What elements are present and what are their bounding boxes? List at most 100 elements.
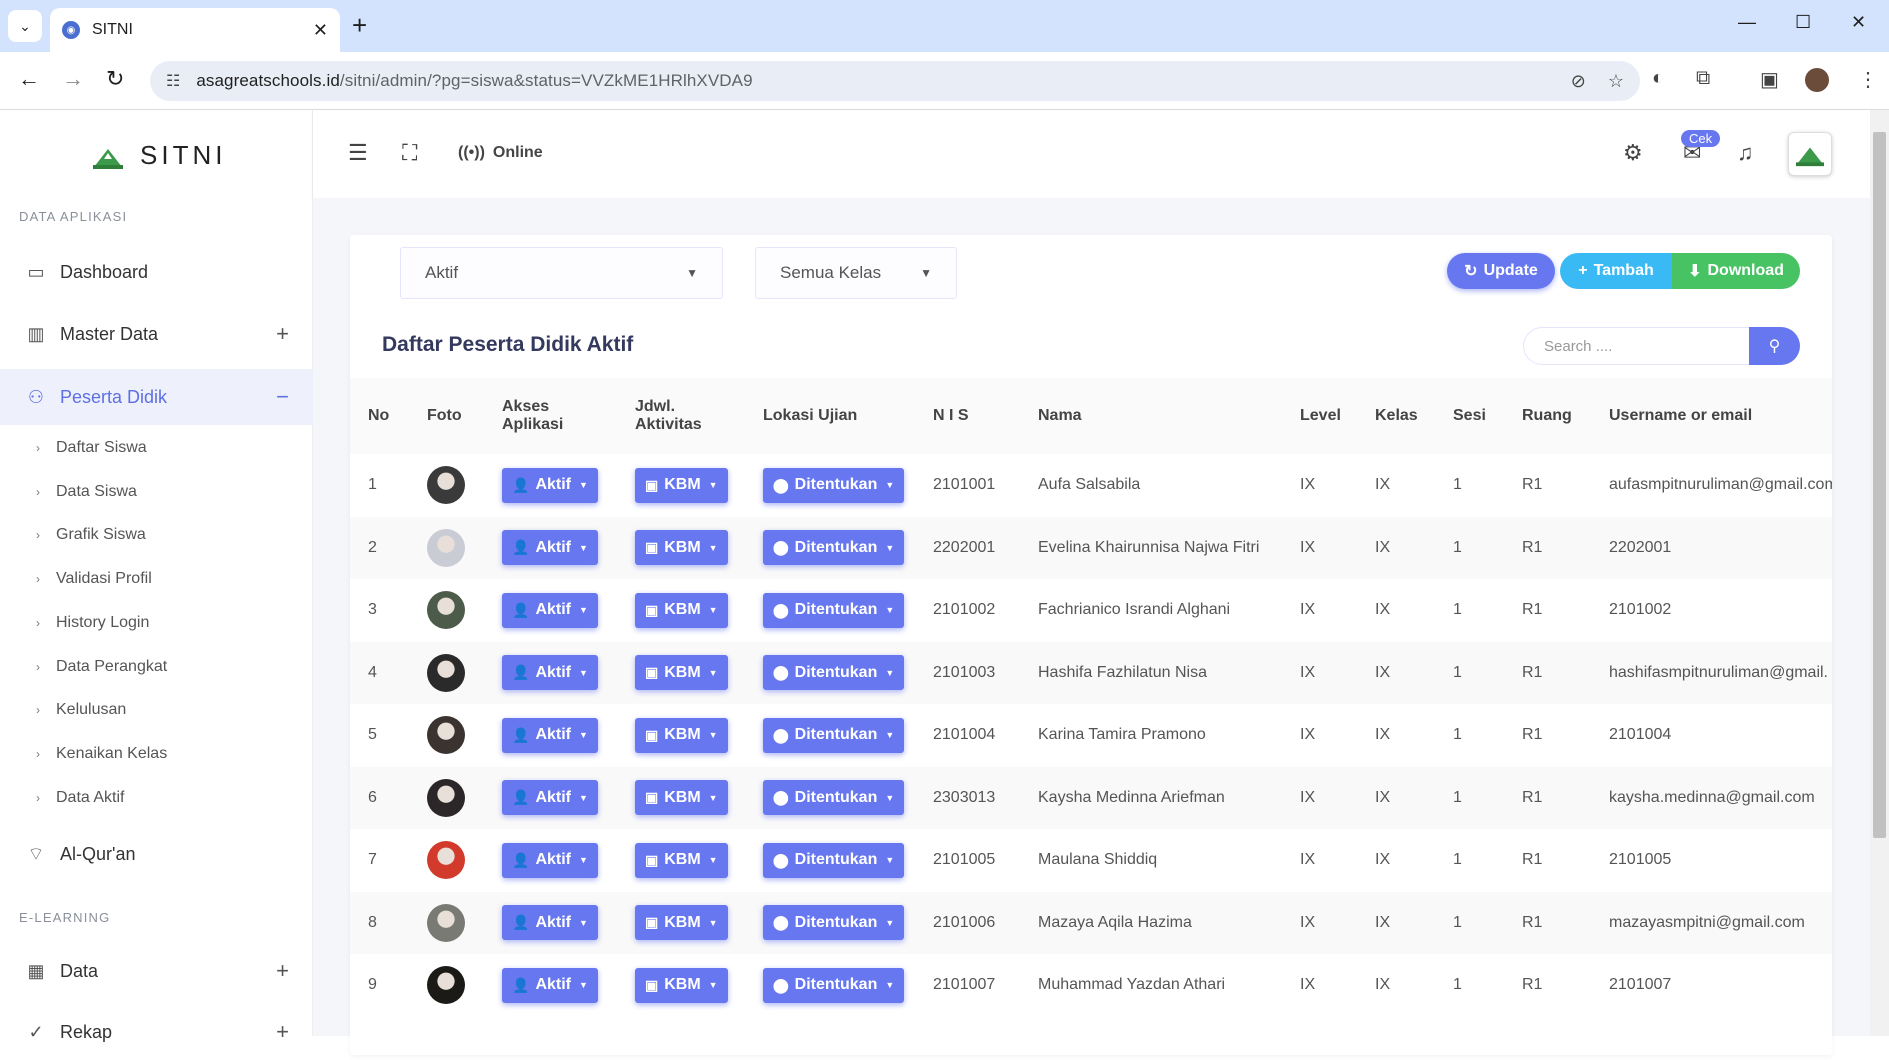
student-photo[interactable] [427,903,465,942]
sidebar-item-peserta-didik[interactable]: ⚇ Peserta Didik − [0,369,313,425]
browser-tab[interactable]: ◉ SITNI ✕ [50,8,340,52]
akses-dropdown-button[interactable]: 👤 Aktif ▼ [502,717,598,753]
search-button[interactable]: ⚲ [1749,327,1800,365]
jdwl-dropdown-button[interactable]: ▣ KBM ▼ [635,467,728,503]
lokasi-dropdown-button[interactable]: ⬤ Ditentukan ▼ [763,592,905,628]
submenu-data-perangkat[interactable]: › Data Perangkat [36,652,167,682]
lokasi-dropdown-button[interactable]: ⬤ Ditentukan ▼ [763,530,905,566]
submenu-grafik-siswa[interactable]: › Grafik Siswa [36,520,146,550]
extension-badge-icon[interactable]: ◐ [1652,67,1664,90]
site-info-icon[interactable]: ☷ [166,71,180,91]
col-no[interactable]: No [350,378,409,454]
col-lokasi-ujian[interactable]: Lokasi Ujian [745,378,915,454]
tambah-button[interactable]: + Tambah [1560,253,1672,289]
lokasi-dropdown-button[interactable]: ⬤ Ditentukan ▼ [763,717,905,753]
side-panel-icon[interactable]: ▣ [1760,67,1779,92]
download-button[interactable]: ⬇ Download [1672,253,1800,289]
update-button[interactable]: ↻ Update [1447,253,1555,289]
lokasi-dropdown-button[interactable]: ⬤ Ditentukan ▼ [763,780,905,816]
address-bar[interactable]: ☷ asagreatschools.id/sitni/admin/?pg=sis… [150,61,1640,101]
submenu-kenaikan-kelas[interactable]: › Kenaikan Kelas [36,739,167,769]
online-status[interactable]: ((•)) Online [458,144,543,162]
student-photo[interactable] [427,466,465,505]
col-level[interactable]: Level [1282,378,1357,454]
table-row[interactable]: 3 👤 Aktif ▼ ▣ KBM ▼ ⬤ Ditentukan ▼ 2101002 Fac… [350,579,1832,642]
akses-dropdown-button[interactable]: 👤 Aktif ▼ [502,467,598,503]
submenu-data-aktif[interactable]: › Data Aktif [36,783,124,813]
lokasi-dropdown-button[interactable]: ⬤ Ditentukan ▼ [763,905,905,941]
lokasi-dropdown-button[interactable]: ⬤ Ditentukan ▼ [763,467,905,503]
sidebar-item-master-data[interactable]: ▥ Master Data + [0,306,313,362]
akses-dropdown-button[interactable]: 👤 Aktif ▼ [502,780,598,816]
status-filter-select[interactable]: Aktif ▼ [400,247,723,299]
back-icon[interactable]: ← [18,66,40,92]
col-username[interactable]: Username or email [1591,378,1832,454]
close-window-icon[interactable]: ✕ [1851,12,1866,33]
submenu-daftar-siswa[interactable]: › Daftar Siswa [36,433,147,463]
table-row[interactable]: 5 👤 Aktif ▼ ▣ KBM ▼ ⬤ Ditentukan ▼ 2101004 Kar… [350,704,1832,767]
bookmark-star-icon[interactable]: ☆ [1608,71,1624,92]
col-foto[interactable]: Foto [409,378,484,454]
fullscreen-icon[interactable]: ⛶ [402,140,417,166]
table-row[interactable]: 8 👤 Aktif ▼ ▣ KBM ▼ ⬤ Ditentukan ▼ 2101006 Maz… [350,891,1832,954]
col-sesi[interactable]: Sesi [1435,378,1504,454]
tab-search-chevron-icon[interactable]: ⌄ [8,10,42,42]
jdwl-dropdown-button[interactable]: ▣ KBM ▼ [635,530,728,566]
extensions-puzzle-icon[interactable]: ⧉ [1696,67,1710,90]
hamburger-menu-icon[interactable]: ☰ [348,140,368,166]
bell-icon[interactable]: ♫ [1737,140,1754,166]
url-text[interactable]: asagreatschools.id/sitni/admin/?pg=siswa… [196,71,1548,91]
akses-dropdown-button[interactable]: 👤 Aktif ▼ [502,905,598,941]
sidebar-item-rekap[interactable]: ✓ Rekap + [0,1004,313,1060]
maximize-icon[interactable]: ☐ [1795,12,1811,33]
table-row[interactable]: 7 👤 Aktif ▼ ▣ KBM ▼ ⬤ Ditentukan ▼ 2101005 Mau… [350,829,1832,892]
cek-badge[interactable]: Cek [1681,130,1721,147]
table-row[interactable]: 4 👤 Aktif ▼ ▣ KBM ▼ ⬤ Ditentukan ▼ 2101003 Has… [350,641,1832,704]
submenu-history-login[interactable]: › History Login [36,608,149,638]
sidebar-item-dashboard[interactable]: ▭ Dashboard [0,244,313,300]
profile-avatar-icon[interactable] [1805,68,1829,92]
akses-dropdown-button[interactable]: 👤 Aktif ▼ [502,655,598,691]
table-row[interactable]: 9 👤 Aktif ▼ ▣ KBM ▼ ⬤ Ditentukan ▼ 2101007 Muh… [350,954,1832,1017]
minimize-icon[interactable]: — [1738,12,1756,33]
student-photo[interactable] [427,528,465,567]
forward-icon[interactable]: → [62,66,84,92]
jdwl-dropdown-button[interactable]: ▣ KBM ▼ [635,592,728,628]
student-photo[interactable] [427,591,465,630]
lokasi-dropdown-button[interactable]: ⬤ Ditentukan ▼ [763,655,905,691]
cpu-chip-icon[interactable]: ⚙ [1623,140,1643,166]
student-photo[interactable] [427,653,465,692]
akses-dropdown-button[interactable]: 👤 Aktif ▼ [502,592,598,628]
user-avatar[interactable] [1788,132,1832,176]
search-input[interactable]: Search .... [1523,327,1749,365]
table-row[interactable]: 6 👤 Aktif ▼ ▣ KBM ▼ ⬤ Ditentukan ▼ 2303013 Kay… [350,766,1832,829]
col-kelas[interactable]: Kelas [1357,378,1435,454]
jdwl-dropdown-button[interactable]: ▣ KBM ▼ [635,717,728,753]
col-nama[interactable]: Nama [1020,378,1282,454]
browser-menu-icon[interactable]: ⋮ [1858,67,1878,92]
akses-dropdown-button[interactable]: 👤 Aktif ▼ [502,842,598,878]
student-photo[interactable] [427,716,465,755]
submenu-data-siswa[interactable]: › Data Siswa [36,477,137,507]
sidebar-item-data[interactable]: ▦ Data + [0,943,313,999]
close-tab-icon[interactable]: ✕ [313,20,328,41]
lokasi-dropdown-button[interactable]: ⬤ Ditentukan ▼ [763,967,905,1003]
new-tab-icon[interactable]: + [352,12,367,38]
jdwl-dropdown-button[interactable]: ▣ KBM ▼ [635,780,728,816]
eye-off-icon[interactable]: ⊘ [1571,71,1586,92]
col-nis[interactable]: N I S [915,378,1020,454]
lokasi-dropdown-button[interactable]: ⬤ Ditentukan ▼ [763,842,905,878]
student-photo[interactable] [427,966,465,1005]
table-row[interactable]: 1 👤 Aktif ▼ ▣ KBM ▼ ⬤ Ditentukan ▼ 2101001 Auf… [350,454,1832,517]
jdwl-dropdown-button[interactable]: ▣ KBM ▼ [635,655,728,691]
akses-dropdown-button[interactable]: 👤 Aktif ▼ [502,530,598,566]
student-photo[interactable] [427,841,465,880]
brand[interactable]: SITNI [90,140,226,171]
sidebar-item-al-quran[interactable]: ⌔ Al-Qur'an [0,826,313,882]
jdwl-dropdown-button[interactable]: ▣ KBM ▼ [635,905,728,941]
submenu-kelulusan[interactable]: › Kelulusan [36,695,126,725]
submenu-validasi-profil[interactable]: › Validasi Profil [36,564,152,594]
col-jdwl-aktivitas[interactable]: Jdwl. Aktivitas [617,378,745,454]
col-ruang[interactable]: Ruang [1504,378,1591,454]
scrollbar-thumb[interactable] [1873,132,1886,838]
